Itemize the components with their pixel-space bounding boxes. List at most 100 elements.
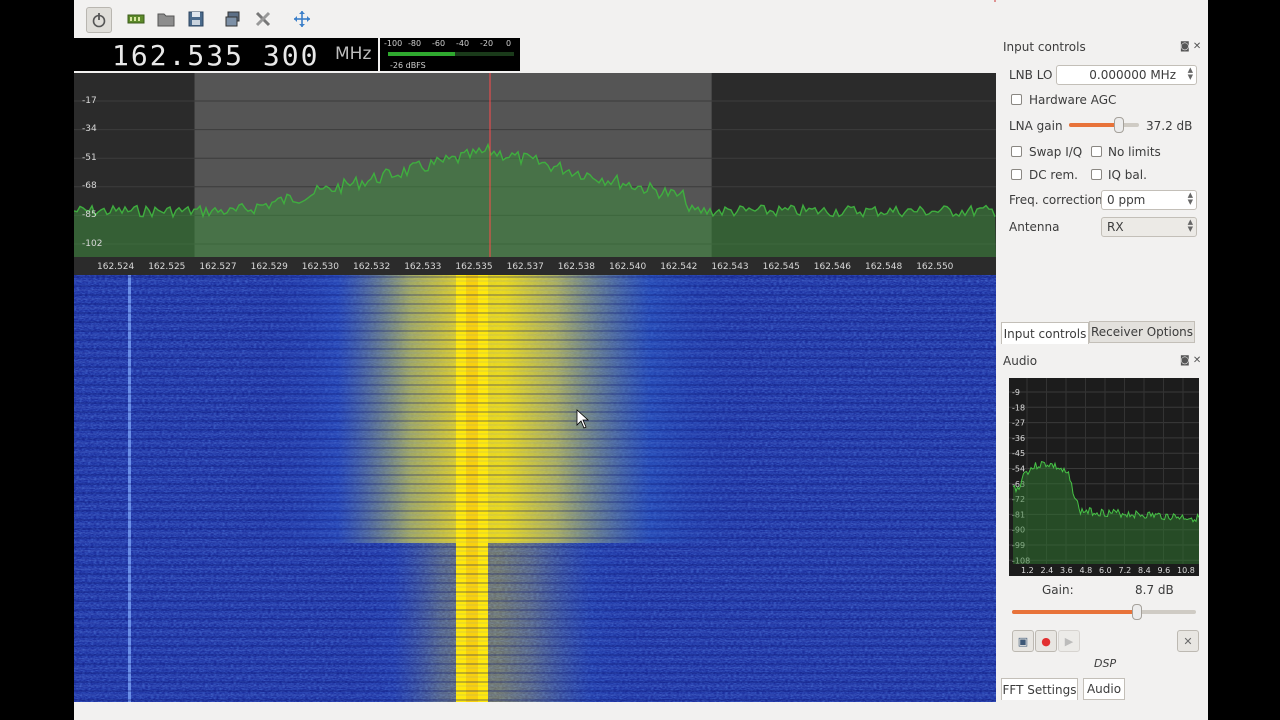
spectrum-x-label: 162.542 <box>660 262 698 272</box>
waterfall-plot[interactable] <box>74 275 996 702</box>
spectrum-x-label: 162.525 <box>148 262 186 272</box>
no-limits-label: No limits <box>1108 145 1161 159</box>
record-icon: ● <box>1041 634 1051 648</box>
audio-x-label: 3.6 <box>1060 566 1073 575</box>
gqrx-window: 162.535 300 MHz -100 -80 -60 -40 -20 0 -… <box>74 0 1208 720</box>
audio-fft-svg: -9-18-27-36-45-54-63-72-81-90-99-1081.22… <box>1009 378 1200 575</box>
dock-float-close-icon[interactable]: ◙ ✕ <box>1180 41 1201 52</box>
audio-y-label: -9 <box>1012 388 1020 397</box>
spectrum-x-label: 162.535 <box>455 262 493 272</box>
meter-tick: -100 <box>384 39 403 48</box>
antenna-value: RX <box>1107 220 1124 234</box>
audio-gain-slider-handle[interactable] <box>1132 604 1143 620</box>
audio-spectrum-fill <box>1013 461 1199 564</box>
spectrum-y-label: -17 <box>82 96 97 106</box>
dock-float-close-icon[interactable]: ◙ ✕ <box>1180 355 1201 366</box>
spectrum-x-label: 162.532 <box>353 262 391 272</box>
record-button[interactable]: ● <box>1035 630 1057 652</box>
iq-bal-checkbox[interactable] <box>1091 169 1102 180</box>
audio-y-label: -27 <box>1012 419 1025 428</box>
settings-icon: ✕ <box>1183 634 1193 648</box>
spectrum-x-label: 162.548 <box>865 262 903 272</box>
network-icon: ▣ <box>1017 634 1029 648</box>
tab-input-controls-label: Input controls <box>1003 326 1087 341</box>
audio-x-label: 4.8 <box>1080 566 1093 575</box>
freq-correction-label: Freq. correction <box>1009 193 1103 207</box>
no-limits-checkbox[interactable] <box>1091 146 1102 157</box>
meter-tick: -40 <box>456 39 470 48</box>
hardware-agc-label: Hardware AGC <box>1029 93 1117 107</box>
select-arrows-icon[interactable]: ▲ ▼ <box>1188 219 1193 233</box>
open-button[interactable] <box>154 7 178 31</box>
meter-tick: -20 <box>480 39 494 48</box>
spectrum-y-label: -34 <box>82 124 97 134</box>
frequency-unit: MHz <box>335 44 372 64</box>
save-button[interactable] <box>184 7 208 31</box>
audio-gain-label: Gain: <box>1042 583 1074 597</box>
settings-button[interactable] <box>251 7 275 31</box>
spectrum-x-label: 162.537 <box>506 262 544 272</box>
frequency-digits[interactable]: 162.535 300 <box>112 39 319 72</box>
audio-x-label: 10.8 <box>1177 566 1195 575</box>
tab-audio-label: Audio <box>1086 682 1122 696</box>
dc-rem-checkbox[interactable] <box>1011 169 1022 180</box>
status-bar <box>74 702 996 720</box>
spectrum-x-label: 162.546 <box>813 262 852 272</box>
audio-x-label: 1.2 <box>1021 566 1034 575</box>
hardware-agc-checkbox[interactable] <box>1011 94 1022 105</box>
spectrum-x-label: 162.538 <box>557 262 596 272</box>
network-icon <box>225 11 240 27</box>
audio-settings-button[interactable]: ✕ <box>1177 630 1199 652</box>
spectrum-x-label: 162.527 <box>199 262 237 272</box>
meter-level-label: -26 dBFS <box>390 61 426 70</box>
iq-bal-label: IQ bal. <box>1108 168 1147 182</box>
lna-gain-slider-fill <box>1069 123 1120 127</box>
device-icon <box>127 14 145 24</box>
signal-meter: -100 -80 -60 -40 -20 0 -26 dBFS <box>380 38 520 71</box>
audio-streaming-button[interactable]: ▣ <box>1012 630 1034 652</box>
freq-correction-spinbox[interactable]: 0 ppm ▲ ▼ <box>1101 190 1197 210</box>
tab-receiver-options-label: Receiver Options <box>1090 325 1194 339</box>
spectrum-x-label: 162.524 <box>97 262 135 272</box>
spectrum-x-label: 162.543 <box>711 262 749 272</box>
play-button[interactable]: ▶ <box>1058 630 1080 652</box>
device-button[interactable] <box>124 7 148 31</box>
tab-receiver-options[interactable]: Receiver Options <box>1089 321 1195 343</box>
meter-tick: -60 <box>432 39 446 48</box>
audio-title: Audio <box>1003 354 1038 368</box>
tab-audio[interactable]: Audio <box>1083 678 1125 700</box>
lnb-lo-spinbox[interactable]: 0.000000 MHz ▲ ▼ <box>1056 65 1197 85</box>
tab-fft-settings[interactable]: FFT Settings <box>1001 678 1078 700</box>
antenna-select[interactable]: RX ▲ ▼ <box>1101 217 1197 237</box>
audio-y-label: -36 <box>1012 434 1025 443</box>
spectrum-y-label: -102 <box>82 239 103 249</box>
remote-control-button[interactable] <box>221 7 245 31</box>
lna-gain-slider-handle[interactable] <box>1114 117 1125 133</box>
lna-gain-label: LNA gain <box>1009 119 1063 133</box>
power-button[interactable] <box>86 7 112 33</box>
tab-input-controls[interactable]: Input controls <box>1001 322 1089 344</box>
frequency-display[interactable]: 162.535 300 MHz <box>74 38 378 72</box>
meter-tick: 0 <box>506 39 512 48</box>
audio-y-label: -45 <box>1012 449 1025 458</box>
audio-y-label: -54 <box>1012 465 1025 474</box>
waterfall-svg <box>74 275 996 702</box>
spectrum-x-label: 162.540 <box>609 262 647 272</box>
spectrum-plot[interactable]: -17 -34 -51 -68 -85 -102 162.524 162.525 1… <box>74 73 996 275</box>
audio-x-label: 8.4 <box>1138 566 1151 575</box>
swap-iq-label: Swap I/Q <box>1029 145 1083 159</box>
spin-arrows-icon[interactable]: ▲ ▼ <box>1188 192 1193 206</box>
desktop-background <box>1208 0 1280 720</box>
center-fft-button[interactable] <box>290 7 314 31</box>
settings-icon <box>255 11 271 27</box>
spin-arrows-icon[interactable]: ▲ ▼ <box>1188 67 1193 81</box>
audio-x-label: 7.2 <box>1119 566 1132 575</box>
freq-correction-value: 0 ppm <box>1107 193 1146 207</box>
save-icon <box>188 11 204 27</box>
dsp-label: DSP <box>1094 657 1117 670</box>
dc-rem-label: DC rem. <box>1029 168 1078 182</box>
audio-x-label: 9.6 <box>1158 566 1171 575</box>
spectrum-svg <box>74 73 996 257</box>
spectrum-y-label: -85 <box>82 210 97 220</box>
swap-iq-checkbox[interactable] <box>1011 146 1022 157</box>
